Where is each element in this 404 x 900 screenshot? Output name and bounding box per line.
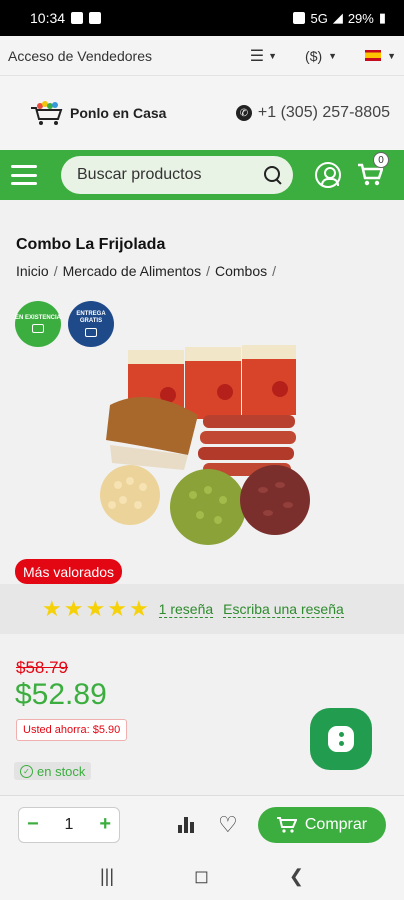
cart-icon <box>276 816 297 833</box>
wishlist-heart-icon[interactable]: ♡ <box>218 812 238 838</box>
search-placeholder: Buscar productos <box>77 166 202 183</box>
box-check-icon <box>32 324 44 334</box>
battery-icon: ▮ <box>378 10 386 25</box>
search-icon[interactable] <box>263 165 283 185</box>
savings-label: Usted ahorra: $5.90 <box>16 719 128 741</box>
buy-button-label: Comprar <box>304 815 368 833</box>
home-icon[interactable]: ◻ <box>194 866 209 887</box>
account-icon[interactable] <box>315 162 341 188</box>
quantity-stepper: − 1 + <box>18 806 120 843</box>
breadcrumb-item-food-market[interactable]: Mercado de Alimentos <box>63 263 202 279</box>
sale-price: $52.89 <box>15 678 107 711</box>
notification-icon <box>71 12 84 24</box>
free-delivery-badge: ENTREGA GRATIS <box>68 301 114 347</box>
chat-button[interactable] <box>310 708 372 770</box>
main-nav-bar: Buscar productos 0 <box>0 150 404 200</box>
star-icon: ★ <box>128 596 149 621</box>
currency-selector[interactable]: ($) ▼ <box>305 48 337 64</box>
top-utility-bar: Acceso de Vendedores ☰ ▼ ($) ▼ ▼ <box>0 36 404 76</box>
breadcrumb-separator: / <box>53 263 58 279</box>
breadcrumb-separator: / <box>206 263 210 279</box>
compare-icon[interactable] <box>178 816 196 833</box>
chevron-down-icon: ▼ <box>328 50 338 61</box>
reviews-count-link[interactable]: 1 reseña <box>158 601 214 618</box>
breadcrumb: Inicio / Mercado de Alimentos / Combos / <box>16 263 276 279</box>
star-icon: ★ <box>42 596 62 621</box>
status-bar: 10:34 5G ◢ 29% ▮ <box>0 0 404 36</box>
chevron-down-icon: ▼ <box>268 50 278 61</box>
product-image[interactable] <box>88 345 318 545</box>
star-icon: ★ <box>63 596 84 621</box>
stock-status-label: en stock <box>37 763 86 779</box>
top-menu-button[interactable]: ☰ ▼ <box>250 46 277 66</box>
recent-apps-icon[interactable]: ||| <box>100 866 114 887</box>
search-input[interactable]: Buscar productos <box>61 156 293 194</box>
cart-button[interactable]: 0 <box>357 152 389 188</box>
buy-bar: − 1 + ♡ Comprar <box>0 795 404 853</box>
write-review-link[interactable]: Escriba una reseña <box>223 601 344 618</box>
truck-icon <box>85 327 97 337</box>
breadcrumb-item-combos[interactable]: Combos <box>215 263 267 279</box>
free-delivery-badge-label: ENTREGA GRATIS <box>76 311 106 324</box>
brand-name: Ponlo en Casa <box>70 105 167 121</box>
in-stock-badge-label: EN EXISTENCIA <box>15 314 62 321</box>
cart-logo-icon <box>31 101 63 125</box>
star-icon: ★ <box>107 596 127 621</box>
network-label: 5G <box>310 10 328 26</box>
quantity-value[interactable]: 1 <box>65 816 74 834</box>
rating-stars: ★ ★ ★ ★ ★ <box>42 598 149 620</box>
breadcrumb-item-home[interactable]: Inicio <box>16 263 49 279</box>
lock-icon <box>293 12 306 24</box>
review-bar: ★ ★ ★ ★ ★ 1 reseña Escriba una reseña <box>0 584 404 634</box>
list-icon: ☰ <box>249 47 265 65</box>
battery-label: 29% <box>347 10 374 26</box>
chevron-down-icon: ▼ <box>387 50 396 61</box>
currency-label: ($) <box>305 47 323 64</box>
check-circle-icon: ✓ <box>20 764 33 778</box>
gallery-icon <box>89 12 102 24</box>
stock-status: ✓ en stock <box>14 762 92 780</box>
phone-link[interactable]: ✆ +1 (305) 257-8805 <box>235 104 390 122</box>
in-stock-badge: EN EXISTENCIA <box>15 301 61 347</box>
back-icon[interactable]: ❮ <box>289 866 304 887</box>
chat-icon <box>328 726 354 752</box>
original-price: $58.79 <box>16 658 68 677</box>
product-title: Combo La Frijolada <box>16 236 166 253</box>
breadcrumb-separator: / <box>272 263 277 279</box>
quantity-decrease-button[interactable]: − <box>27 813 39 836</box>
status-time: 10:34 <box>30 10 66 26</box>
top-rated-badge: Más valorados <box>15 559 123 584</box>
brand-logo[interactable]: Ponlo en Casa <box>30 100 166 126</box>
star-icon: ★ <box>85 596 106 621</box>
brand-bar: Ponlo en Casa ✆ +1 (305) 257-8805 <box>0 76 404 150</box>
vendors-access-link[interactable]: Acceso de Vendedores <box>8 48 152 64</box>
cart-count-badge: 0 <box>373 152 389 168</box>
system-nav-bar: ||| ◻ ❮ <box>0 853 404 900</box>
whatsapp-icon: ✆ <box>235 105 252 121</box>
signal-icon: ◢ <box>332 10 343 25</box>
phone-number: +1 (305) 257-8805 <box>257 104 390 121</box>
quantity-increase-button[interactable]: + <box>99 813 111 836</box>
language-selector[interactable]: ▼ <box>365 50 396 61</box>
buy-button[interactable]: Comprar <box>258 806 386 843</box>
spain-flag-icon <box>365 50 382 61</box>
product-page: Combo La Frijolada Inicio / Mercado de Al… <box>0 200 404 800</box>
hamburger-menu-icon[interactable] <box>11 165 37 185</box>
